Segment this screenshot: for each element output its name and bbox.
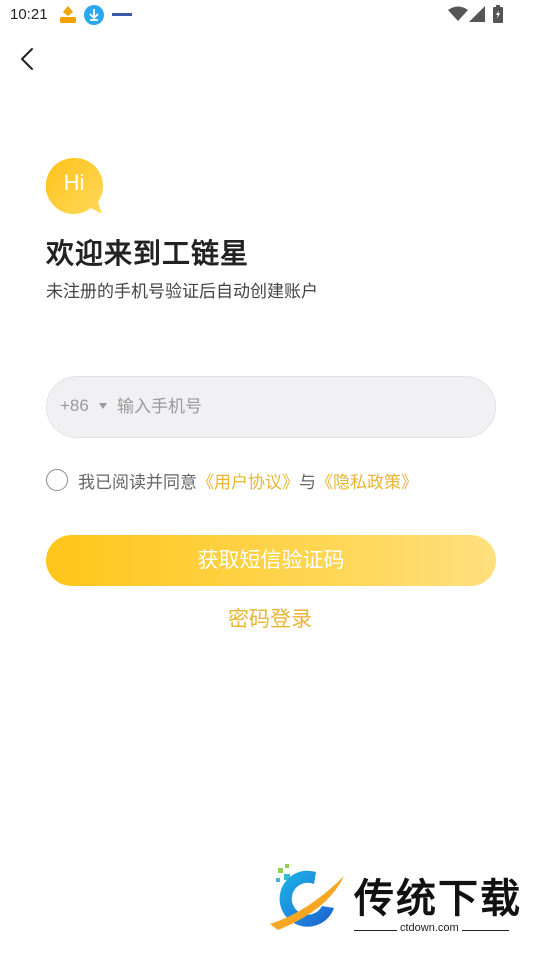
app-notification-icon (60, 6, 76, 23)
status-bar: 10:21 (0, 0, 540, 32)
hi-badge: Hi (45, 157, 104, 216)
chevron-left-icon (21, 48, 33, 70)
wifi-icon (448, 6, 468, 21)
watermark-url: ctdown.com (397, 922, 462, 934)
privacy-policy-link[interactable]: 《隐私政策》 (316, 473, 418, 493)
download-notification-icon (84, 5, 104, 25)
hi-badge-text: Hi (63, 170, 85, 195)
watermark-title: 传统下载 (354, 876, 522, 922)
phone-input-group: +86 (46, 376, 496, 438)
back-button[interactable] (14, 44, 44, 74)
country-code-selector[interactable]: +86 (60, 396, 89, 416)
page-title: 欢迎来到工链星 (46, 237, 250, 270)
user-agreement-link[interactable]: 《用户协议》 (197, 473, 299, 493)
agreement-row: 我已阅读并同意《用户协议》与《隐私政策》 (46, 466, 506, 494)
agreement-text: 我已阅读并同意《用户协议》与《隐私政策》 (78, 468, 418, 493)
page-subtitle: 未注册的手机号验证后自动创建账户 (46, 282, 318, 302)
status-time: 10:21 (10, 6, 48, 23)
signal-icon (469, 6, 485, 22)
battery-icon (493, 5, 503, 23)
watermark-logo-icon (270, 864, 344, 930)
phone-input[interactable] (117, 391, 477, 423)
caret-down-icon[interactable] (99, 403, 107, 409)
agreement-checkbox[interactable] (46, 469, 68, 491)
agreement-prefix: 我已阅读并同意 (78, 473, 197, 493)
agreement-joiner: 与 (299, 473, 316, 493)
small-app-icon (112, 13, 132, 16)
password-login-link[interactable]: 密码登录 (0, 603, 540, 633)
get-sms-code-button[interactable]: 获取短信验证码 (46, 535, 496, 586)
